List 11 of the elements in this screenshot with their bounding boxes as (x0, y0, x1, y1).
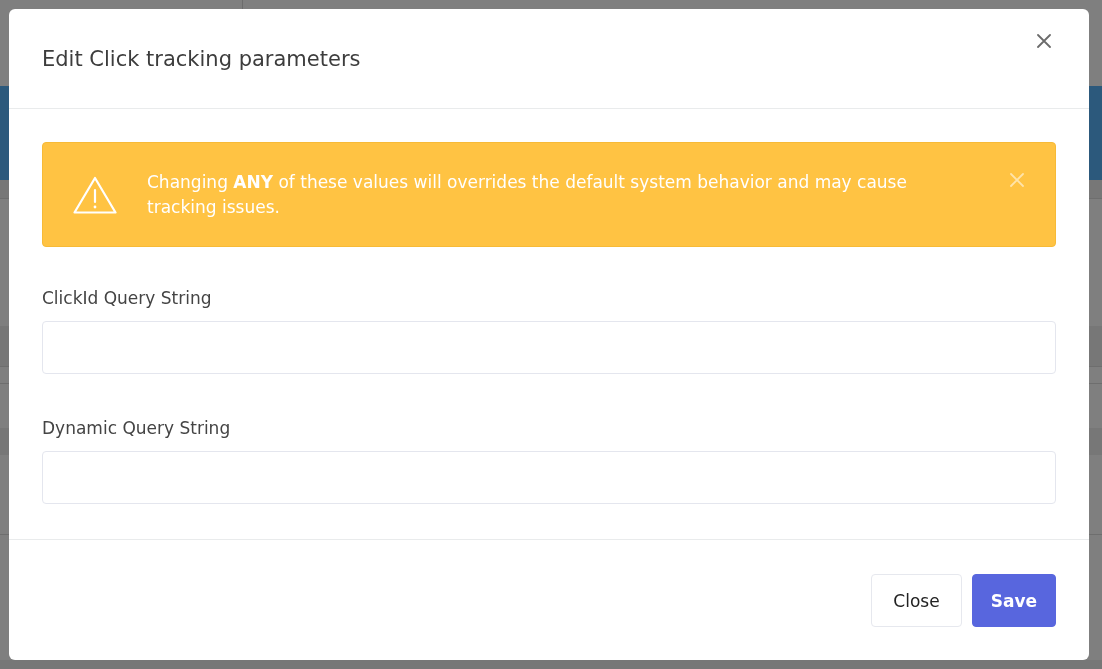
field-label: Dynamic Query String (42, 419, 231, 438)
text-input[interactable] (42, 321, 1056, 374)
field-label: ClickId Query String (42, 289, 212, 308)
close-button[interactable]: Close (871, 574, 962, 627)
text-input[interactable] (42, 451, 1056, 504)
close-icon (1010, 172, 1024, 188)
modal-title: Edit Click tracking parameters (42, 46, 361, 71)
save-button[interactable]: Save (971, 574, 1056, 627)
close-icon (1037, 34, 1051, 48)
warning-icon (73, 175, 117, 214)
alert-message: Changing ANY of these values will overrides the default system behavior and may cause tracking issues. (147, 170, 908, 219)
